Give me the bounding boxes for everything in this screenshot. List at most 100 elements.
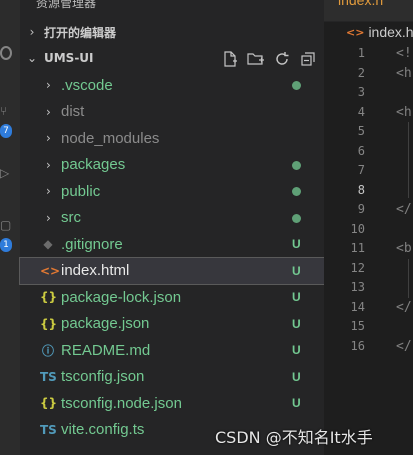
chevron-right-icon: › <box>46 131 51 146</box>
tree-item-label: package-lock.json <box>61 288 182 306</box>
file-row[interactable]: ⓘ README.md U <box>20 337 324 364</box>
extensions-badge: 1 <box>0 238 12 252</box>
git-status-badge: U <box>292 316 301 331</box>
line-number: 6 <box>357 143 365 158</box>
line-number: 10 <box>350 221 365 236</box>
tree-item-label: index.html <box>61 262 130 280</box>
open-editors-section[interactable]: › 打开的编辑器 <box>20 21 324 43</box>
code-line: </ <box>396 200 413 220</box>
chevron-right-icon: › <box>46 157 51 172</box>
code-text: <h <box>396 65 412 81</box>
chevron-right-icon: › <box>46 184 51 199</box>
folder-row[interactable]: › dist <box>20 99 324 126</box>
chevron-right-icon: › <box>46 104 51 119</box>
line-number: 2 <box>357 65 365 80</box>
file-row[interactable]: ◆ .gitignore U <box>20 231 324 258</box>
code-text: <b <box>396 241 412 256</box>
folder-row[interactable]: › public <box>20 178 324 205</box>
code-area[interactable]: <! <h <h </ <b </ </ <box>396 44 413 356</box>
tree-item-label: packages <box>61 156 126 174</box>
line-number: 3 <box>357 85 365 99</box>
folder-row[interactable]: › packages <box>20 152 324 179</box>
new-folder-icon[interactable] <box>246 49 266 69</box>
watermark: CSDN @不知名It水手 <box>215 428 373 447</box>
explorer-title: 资源管理器 <box>36 0 97 10</box>
breadcrumb[interactable]: <> index.h <box>324 22 413 42</box>
code-line: <h <box>396 103 413 123</box>
tree-item-label: .gitignore <box>61 235 123 253</box>
tree-item-label: tsconfig.json <box>61 368 145 386</box>
git-modified-dot <box>292 81 301 90</box>
line-number: 7 <box>357 163 365 177</box>
chevron-right-icon: › <box>46 78 51 93</box>
file-row[interactable]: <> index.html U <box>19 256 325 285</box>
tree-item-label: node_modules <box>61 129 160 147</box>
new-file-icon[interactable] <box>220 49 240 69</box>
git-status-badge: U <box>292 290 301 305</box>
folder-row[interactable]: › node_modules <box>20 125 324 152</box>
tab-index-html[interactable]: index.h <box>338 0 383 8</box>
git-status-badge: U <box>292 369 301 384</box>
json-icon: {} <box>40 290 58 305</box>
tree-item-label: package.json <box>61 315 150 333</box>
line-number: 15 <box>350 319 365 333</box>
git-status-badge: U <box>292 237 301 252</box>
git-status-badge: U <box>292 263 301 278</box>
json-icon: {} <box>40 396 58 411</box>
code-text: </ <box>396 338 412 354</box>
activity-bar: ⑂ 7 ▷ ▢ 1 <box>0 0 20 455</box>
file-row[interactable]: {} package.json U <box>20 311 324 338</box>
extensions-icon[interactable]: ▢ <box>0 218 12 232</box>
tree-item-label: README.md <box>61 341 151 359</box>
tree-item-label: tsconfig.node.json <box>61 394 182 412</box>
folder-row[interactable]: › .vscode <box>20 72 324 99</box>
editor-pane: index.h <> index.h 1 2 3 4 5 6 7 8 9 10 11 12 13 14 15… <box>324 0 413 455</box>
open-editors-label: 打开的编辑器 <box>44 25 117 40</box>
tree-item-label: vite.config.ts <box>61 421 145 439</box>
html-icon: <> <box>346 25 365 39</box>
source-control-badge: 7 <box>0 124 12 138</box>
explorer-actions <box>220 47 318 71</box>
project-section[interactable]: ⌄ UMS-UI <box>20 47 324 69</box>
line-number: 1 <box>357 46 365 60</box>
run-debug-icon[interactable]: ▷ <box>0 166 12 180</box>
git-icon: ◆ <box>43 237 53 252</box>
search-icon[interactable] <box>0 46 12 60</box>
line-number-gutter: 1 2 3 4 5 6 7 8 9 10 11 12 13 14 15 16 <box>324 44 374 356</box>
chevron-right-icon: › <box>29 25 35 39</box>
line-number: 12 <box>350 260 365 275</box>
line-number: 8 <box>357 182 365 197</box>
file-tree: › .vscode › dist › node_modules › packages › publ… <box>19 72 325 443</box>
tree-item-label: public <box>61 182 101 200</box>
git-modified-dot <box>292 160 301 170</box>
explorer-sidebar: 资源管理器 › 打开的编辑器 ⌄ UMS-UI › .vscode › dist › no… <box>19 0 325 455</box>
file-row[interactable]: {} package-lock.json U <box>20 284 324 311</box>
line-number: 13 <box>350 280 365 294</box>
file-row[interactable]: TS tsconfig.json U <box>20 364 324 391</box>
tree-item-label: .vscode <box>61 76 113 94</box>
line-number: 9 <box>357 202 365 216</box>
git-modified-dot <box>292 213 301 223</box>
collapse-all-icon[interactable] <box>298 49 318 69</box>
source-control-icon[interactable]: ⑂ <box>0 104 12 118</box>
tree-item-label: dist <box>61 103 85 121</box>
file-row[interactable]: {} tsconfig.node.json U <box>20 390 324 417</box>
project-label: UMS-UI <box>44 51 94 65</box>
line-number: 14 <box>350 299 365 314</box>
code-line: <h <box>396 64 413 84</box>
line-number: 16 <box>350 338 365 353</box>
folder-row[interactable]: › src <box>20 205 324 232</box>
breadcrumb-file: index.h <box>368 24 413 40</box>
code-line: </ <box>396 298 413 318</box>
code-line: </ <box>396 337 413 357</box>
line-number: 5 <box>357 124 365 138</box>
refresh-icon[interactable] <box>272 49 292 69</box>
code-line: <! <box>396 44 413 64</box>
